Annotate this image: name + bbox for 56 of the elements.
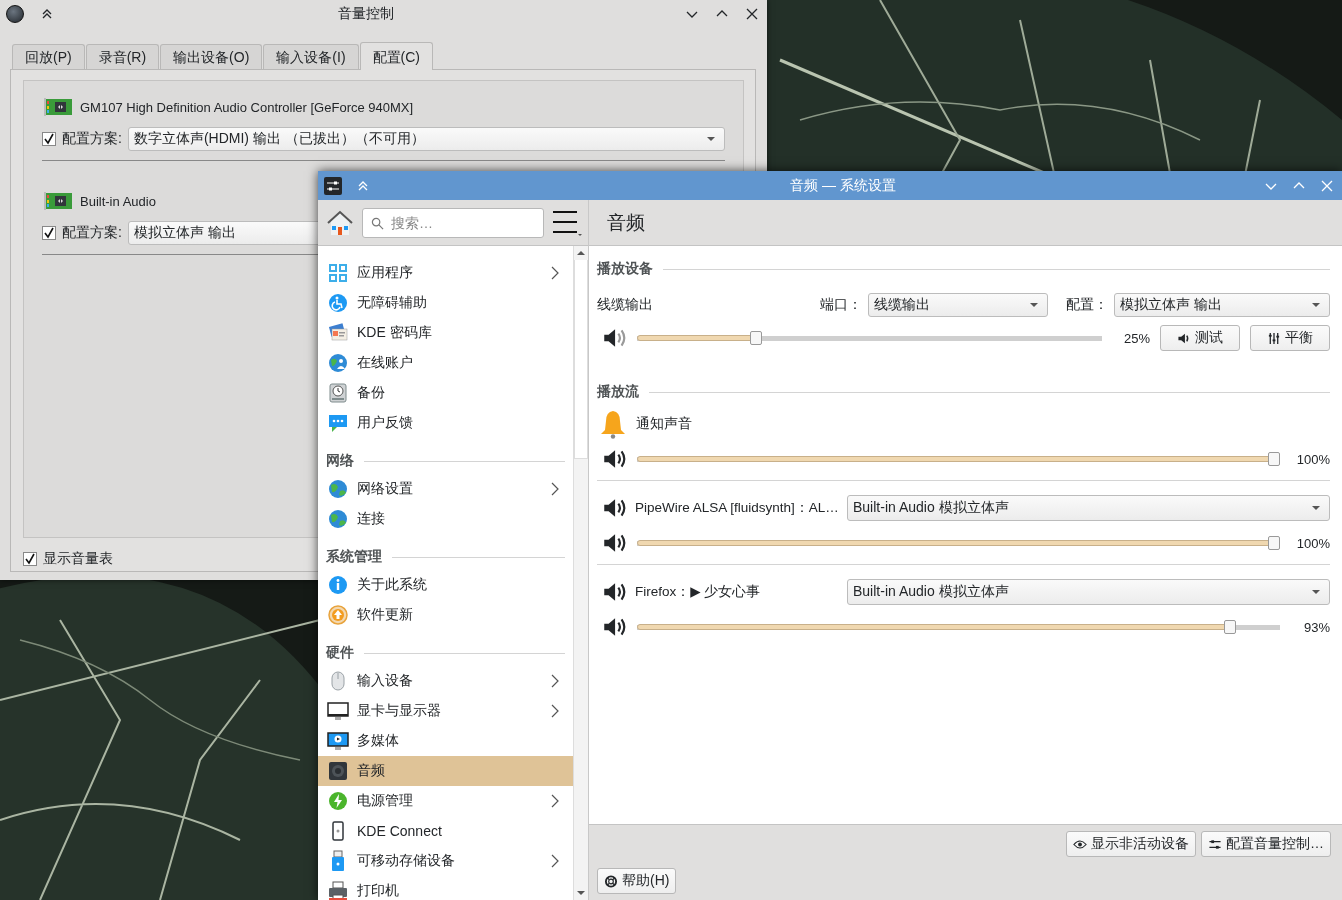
sidebar-item[interactable]: 应用程序 [318, 258, 573, 288]
profile-label: 配置方案: [62, 224, 122, 242]
sidebar-item[interactable]: 关于此系统 [318, 570, 573, 600]
section-heading: 播放设备 [597, 260, 653, 278]
volume-reading: 25% [1122, 330, 1150, 346]
sidebar-item[interactable]: 用户反馈 [318, 408, 573, 438]
test-button[interactable]: 测试 [1160, 325, 1240, 351]
profile-dropdown[interactable]: 数字立体声(HDMI) 输出 （已拔出）（不可用） [127, 127, 725, 151]
sidebar-item[interactable]: 音频 [318, 756, 573, 786]
stream-name: Firefox：▶ 少女心事 [635, 583, 762, 601]
section-heading: 网络 [326, 452, 354, 470]
window-title: 音频 — 系统设置 [789, 176, 897, 195]
sidebar-item[interactable]: 显卡与显示器 [318, 696, 573, 726]
sidebar-item[interactable]: 打印机 [318, 876, 573, 900]
sidebar-item[interactable]: 可移动存储设备 [318, 846, 573, 876]
search-field[interactable]: 搜索… [362, 207, 544, 238]
device-name: GM107 High Definition Audio Controller [GeForce 940MX] [80, 99, 414, 115]
sidebar-item[interactable]: KDE 密码库 [318, 318, 573, 348]
sidebar-item[interactable]: 在线账户 [318, 348, 573, 378]
port-label: 端口： [820, 296, 862, 314]
stream-name: PipeWire ALSA [fluidsynth]：AL… [635, 499, 839, 517]
sidebar-item[interactable]: 电源管理 [318, 786, 573, 816]
device-dropdown[interactable]: Built-in Audio 模拟立体声 [847, 495, 1330, 521]
volume-reading: 100% [1295, 535, 1330, 551]
device-name: 线缆输出 [597, 296, 654, 314]
tab[interactable]: 录音(R) [85, 44, 160, 69]
balance-button[interactable]: 平衡 [1250, 325, 1330, 351]
sidebar-item[interactable]: KDE Connect [318, 816, 573, 846]
device-dropdown[interactable]: Built-in Audio 模拟立体声 [847, 579, 1330, 605]
window-title: 音量控制 [336, 5, 395, 23]
volume-reading: 100% [1295, 451, 1330, 467]
stream-name: 通知声音 [636, 415, 692, 433]
device-name: Built-in Audio [80, 193, 156, 209]
profile-dropdown[interactable]: 模拟立体声 输出 [1114, 293, 1330, 317]
section-heading: 系统管理 [326, 548, 382, 566]
configure-button[interactable]: 配置音量控制… [1201, 831, 1331, 857]
tab[interactable]: 输入设备(I) [263, 44, 359, 69]
page-title: 音频 [607, 210, 645, 235]
help-button[interactable]: 帮助(H) [597, 868, 677, 894]
tab[interactable]: 输出设备(O) [160, 44, 263, 69]
sidebar-item[interactable]: 备份 [318, 378, 573, 408]
profile-label: 配置方案: [62, 130, 122, 148]
section-heading: 硬件 [326, 644, 354, 662]
sidebar-item[interactable]: 无障碍辅助 [318, 288, 573, 318]
checkbox-label: 显示音量表 [43, 550, 113, 568]
sidebar-item[interactable]: 连接 [318, 504, 573, 534]
sidebar-item[interactable]: 网络设置 [318, 474, 573, 504]
sidebar-item[interactable]: 多媒体 [318, 726, 573, 756]
tab[interactable]: 回放(P) [12, 44, 85, 69]
profile-label: 配置： [1066, 296, 1108, 314]
volume-reading: 93% [1302, 619, 1330, 635]
sidebar-item[interactable]: 输入设备 [318, 666, 573, 696]
section-heading: 播放流 [597, 383, 639, 401]
sidebar-item[interactable]: 软件更新 [318, 600, 573, 630]
tab[interactable]: 配置(C) [359, 42, 433, 70]
port-dropdown[interactable]: 线缆输出 [868, 293, 1048, 317]
